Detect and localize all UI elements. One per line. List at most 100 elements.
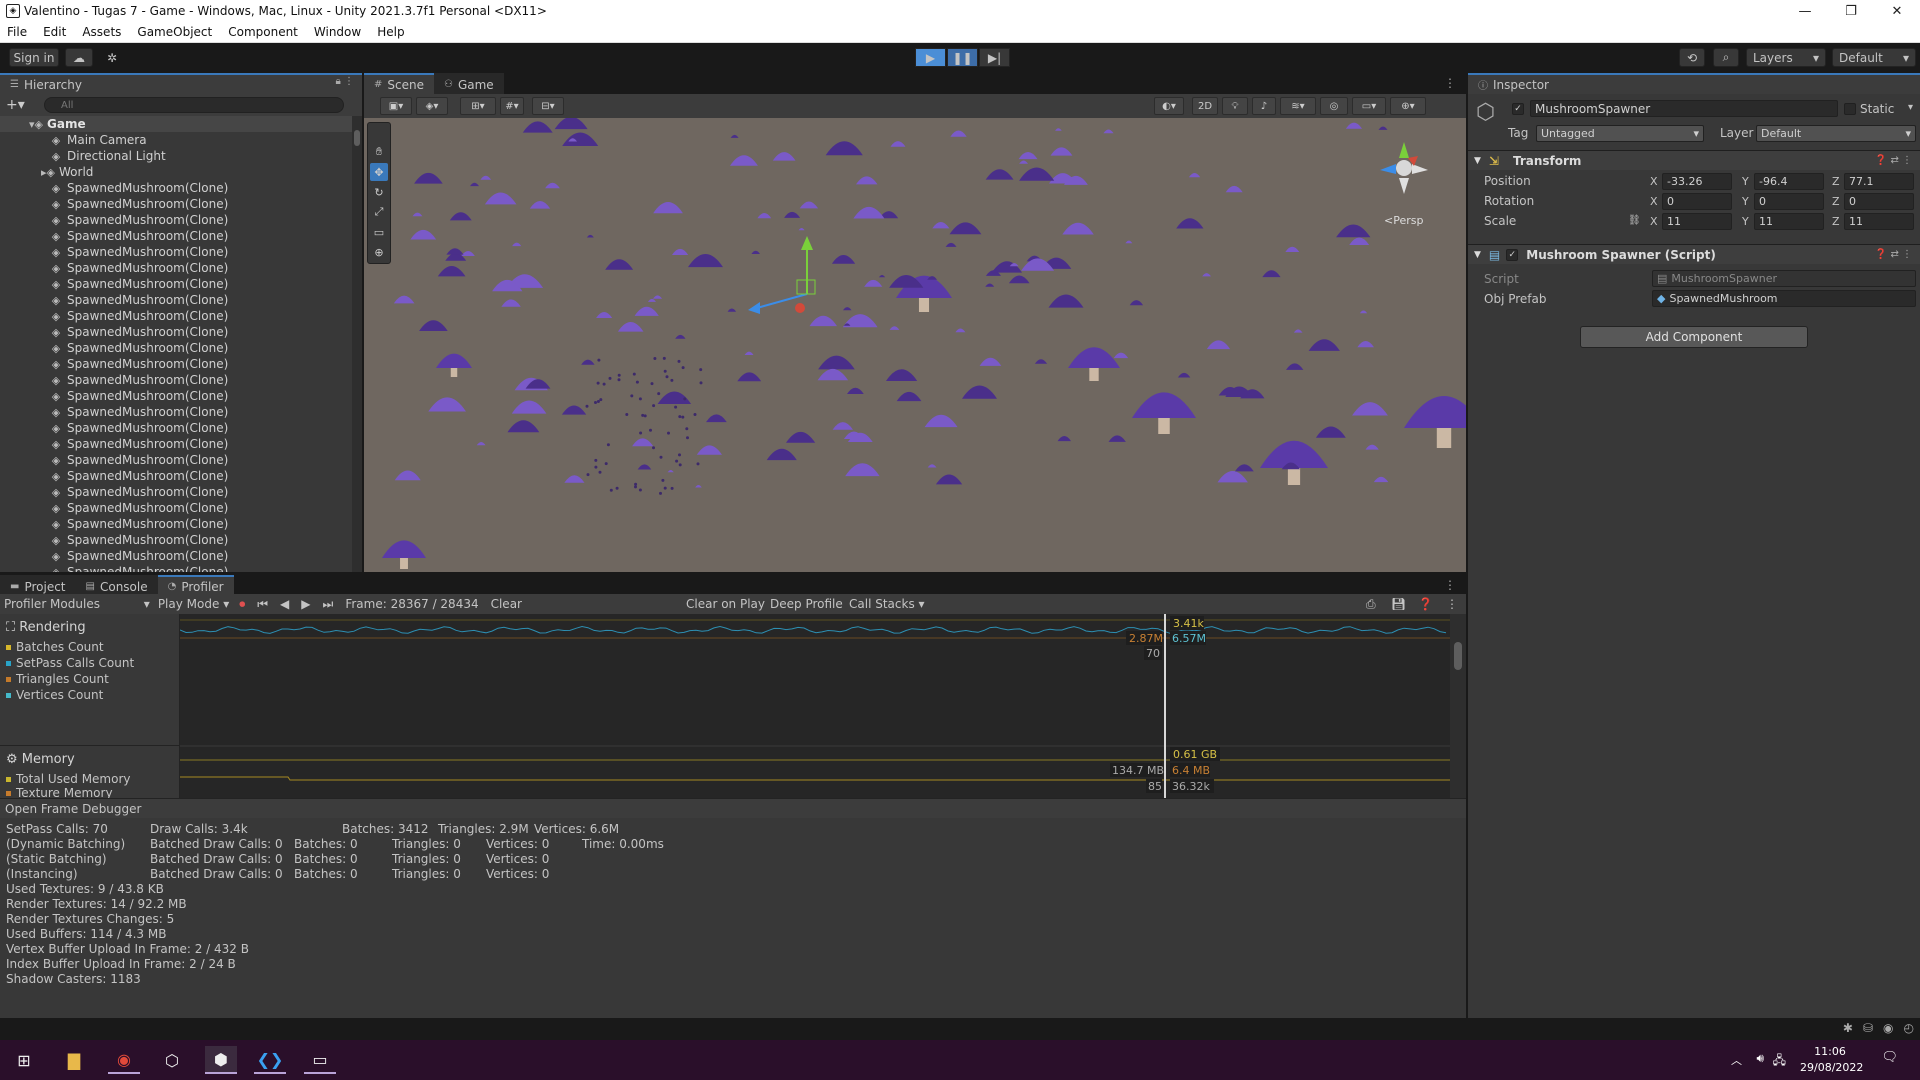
load-icon[interactable]: ⎙ <box>1366 597 1376 612</box>
scale-tool-icon[interactable]: ⤢ <box>370 203 388 221</box>
unity-editor-icon[interactable]: ⬢ <box>205 1046 237 1074</box>
menu-edit[interactable]: Edit <box>35 25 74 39</box>
open-frame-debugger-button[interactable]: Open Frame Debugger <box>0 798 1466 818</box>
rotation-x-field[interactable]: 0 <box>1662 193 1732 210</box>
tab-scene[interactable]: # Scene <box>364 73 434 94</box>
camera-dropdown[interactable]: ▭▾ <box>1352 97 1386 115</box>
play-mode-dropdown[interactable]: Play Mode ▾ <box>158 597 229 611</box>
hierarchy-item[interactable]: ▸◈ World <box>0 164 352 180</box>
chevron-down-icon[interactable]: ▾ <box>1908 102 1913 113</box>
chrome-icon[interactable]: ◉ <box>108 1046 140 1074</box>
draw-mode-dropdown[interactable]: ▣▾ <box>380 97 412 115</box>
tab-profiler[interactable]: ◔ Profiler <box>157 575 234 596</box>
hierarchy-item[interactable]: ◈ Directional Light <box>0 148 352 164</box>
hierarchy-item[interactable]: ◈ SpawnedMushroom(Clone) <box>0 516 352 532</box>
close-icon[interactable]: ✕ <box>1874 0 1920 22</box>
cache-icon[interactable]: ⛁ <box>1863 1021 1873 1035</box>
hierarchy-item[interactable]: ◈ SpawnedMushroom(Clone) <box>0 500 352 516</box>
script-component-header[interactable]: ▼ ▤ ✓ Mushroom Spawner (Script) ❓ ⇄ ⋮ <box>1468 244 1920 264</box>
save-icon[interactable]: 💾︎ <box>1391 597 1406 611</box>
layer-dropdown[interactable]: Default ▾ <box>1756 125 1916 142</box>
tab-inspector[interactable]: ⓘ Inspector <box>1468 73 1920 94</box>
gizmos-dropdown[interactable]: ⊕▾ <box>1390 97 1426 115</box>
menu-gameobject[interactable]: GameObject <box>129 25 220 39</box>
rotation-z-field[interactable]: 0 <box>1844 193 1914 210</box>
tab-project[interactable]: ▬ Project <box>0 575 76 596</box>
module-item[interactable]: SetPass Calls Count <box>6 656 134 670</box>
more-icon[interactable]: ⋮ <box>1444 76 1456 90</box>
component-menu-icon[interactable]: ❓ ⇄ ⋮ <box>1875 249 1912 260</box>
profiler-modules-dropdown[interactable]: Profiler Modules ▾ <box>4 597 150 611</box>
hierarchy-item[interactable]: ◈ SpawnedMushroom(Clone) <box>0 548 352 564</box>
vscode-icon[interactable]: ❮❯ <box>254 1046 286 1074</box>
rotation-y-field[interactable]: 0 <box>1754 193 1824 210</box>
clear-on-play-toggle[interactable]: Clear on Play <box>686 597 765 611</box>
search-icon[interactable]: ⌕ <box>1713 48 1739 67</box>
menu-window[interactable]: Window <box>306 25 369 39</box>
scale-y-field[interactable]: 11 <box>1754 213 1824 230</box>
sign-in-button[interactable]: Sign in <box>9 48 59 67</box>
increment-snap[interactable]: ⊟▾ <box>532 97 564 115</box>
last-frame-icon[interactable]: ⏭ <box>323 597 334 612</box>
hierarchy-item[interactable]: ◈ SpawnedMushroom(Clone) <box>0 276 352 292</box>
visibility-icon[interactable]: ◎ <box>1320 97 1348 115</box>
maximize-icon[interactable]: ❐ <box>1828 0 1874 22</box>
position-z-field[interactable]: 77.1 <box>1844 173 1914 190</box>
lock-icon[interactable]: 🔒︎ ⋮ <box>336 76 355 87</box>
tab-console[interactable]: ▤ Console <box>75 575 158 596</box>
clear-button[interactable]: Clear <box>491 597 522 611</box>
tab-hierarchy[interactable]: ☰ Hierarchy <box>0 73 362 94</box>
progress-icon[interactable]: ◴ <box>1904 1021 1914 1035</box>
hierarchy-item[interactable]: ◈ SpawnedMushroom(Clone) <box>0 404 352 420</box>
menu-assets[interactable]: Assets <box>74 25 129 39</box>
scale-z-field[interactable]: 11 <box>1844 213 1914 230</box>
hierarchy-item[interactable]: ◈ SpawnedMushroom(Clone) <box>0 388 352 404</box>
collab-icon[interactable]: ✲ <box>102 48 122 67</box>
hierarchy-item[interactable]: ◈ SpawnedMushroom(Clone) <box>0 244 352 260</box>
hierarchy-item[interactable]: ◈ SpawnedMushroom(Clone) <box>0 356 352 372</box>
unity-hub-icon[interactable]: ⬡ <box>156 1046 188 1074</box>
profiler-graph[interactable]: 3.41k 2.87M 6.57M 70 0.61 GB 134.7 MB 6.… <box>180 614 1450 798</box>
terminal-icon[interactable]: ▭ <box>304 1046 336 1074</box>
hierarchy-item[interactable]: ◈ SpawnedMushroom(Clone) <box>0 564 352 572</box>
persp-label[interactable]: <Persp <box>1384 214 1423 227</box>
hierarchy-item[interactable]: ◈ SpawnedMushroom(Clone) <box>0 532 352 548</box>
call-stacks-dropdown[interactable]: Call Stacks ▾ <box>849 597 925 611</box>
2d-toggle[interactable]: 2D <box>1192 97 1218 115</box>
move-tool-icon[interactable]: ✥ <box>370 163 388 181</box>
help-icon[interactable]: ❓ <box>1418 597 1433 611</box>
layout-dropdown[interactable]: Default ▾ <box>1832 48 1916 67</box>
undo-history-icon[interactable]: ⟲ <box>1679 48 1705 67</box>
grid-toggle[interactable]: #▾ <box>500 97 524 115</box>
prev-frame-icon[interactable]: ◀ <box>280 597 289 611</box>
volume-icon[interactable]: 🔊︎ <box>1756 1051 1764 1066</box>
hierarchy-item[interactable]: ◈ SpawnedMushroom(Clone) <box>0 420 352 436</box>
hierarchy-item[interactable]: ◈ SpawnedMushroom(Clone) <box>0 436 352 452</box>
obj-prefab-field[interactable]: ◆ SpawnedMushroom <box>1652 290 1916 307</box>
scale-x-field[interactable]: 11 <box>1662 213 1732 230</box>
notifications-icon[interactable]: 🗨︎ <box>1881 1050 1898 1065</box>
account-icon[interactable]: ◉ <box>1883 1021 1893 1035</box>
menu-help[interactable]: Help <box>369 25 412 39</box>
profiler-scrollbar[interactable] <box>1450 614 1466 798</box>
hierarchy-item[interactable]: ◈ SpawnedMushroom(Clone) <box>0 484 352 500</box>
hierarchy-item[interactable]: ◈ SpawnedMushroom(Clone) <box>0 324 352 340</box>
hierarchy-item[interactable]: ◈ SpawnedMushroom(Clone) <box>0 308 352 324</box>
audio-icon[interactable]: ♪ <box>1252 97 1276 115</box>
link-icon[interactable]: ⛓ <box>1628 215 1641 226</box>
hierarchy-item[interactable]: ◈ SpawnedMushroom(Clone) <box>0 372 352 388</box>
add-component-button[interactable]: Add Component <box>1580 326 1808 348</box>
file-explorer-icon[interactable]: ▇ <box>58 1046 90 1074</box>
debug-icon[interactable]: ✱ <box>1843 1021 1853 1035</box>
module-item[interactable]: Texture Memory <box>6 788 113 798</box>
first-frame-icon[interactable]: ⏮ <box>257 597 268 612</box>
render-mode-dropdown[interactable]: ◈▾ <box>416 97 448 115</box>
position-x-field[interactable]: -33.26 <box>1662 173 1732 190</box>
step-button[interactable]: ▶| <box>979 48 1010 67</box>
tag-dropdown[interactable]: Untagged ▾ <box>1536 125 1704 142</box>
next-frame-icon[interactable]: ▶ <box>301 597 310 611</box>
active-checkbox[interactable]: ✓ <box>1512 103 1524 115</box>
module-item[interactable]: Batches Count <box>6 640 104 654</box>
network-icon[interactable]: 🖧︎ <box>1773 1051 1786 1072</box>
rendering-module-title[interactable]: ⛶ Rendering <box>6 620 86 635</box>
